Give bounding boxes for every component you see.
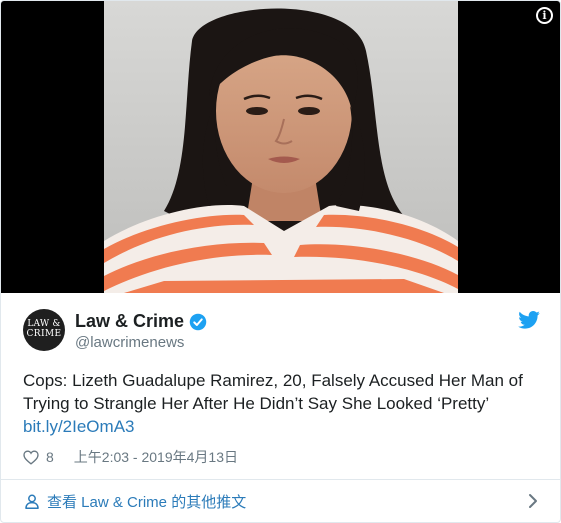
- heart-icon[interactable]: [23, 449, 39, 465]
- embedded-tweet-card: i LAW & CRIME Law & Crime @lawcrimenews …: [0, 0, 561, 523]
- avatar-logo-line-2: CRIME: [26, 329, 62, 339]
- tweet-header: LAW & CRIME Law & Crime @lawcrimenews: [23, 307, 540, 357]
- chevron-right-icon: [529, 494, 537, 508]
- author-name-row: Law & Crime: [75, 311, 207, 332]
- author-name[interactable]: Law & Crime: [75, 311, 184, 332]
- tweet-timestamp[interactable]: 上午2:03 - 2019年4月13日: [74, 447, 238, 467]
- verified-badge-icon: [189, 313, 207, 330]
- tweet-media[interactable]: i: [1, 1, 560, 293]
- like-count: 8: [46, 449, 54, 465]
- mugshot-photo: [104, 1, 458, 293]
- author-handle[interactable]: @lawcrimenews: [75, 334, 184, 351]
- info-icon[interactable]: i: [536, 7, 553, 24]
- person-icon: [25, 494, 39, 509]
- tweet-text: Cops: Lizeth Guadalupe Ramirez, 20, Fals…: [23, 369, 546, 438]
- avatar-logo-line-1: LAW &: [27, 319, 61, 329]
- avatar[interactable]: LAW & CRIME: [23, 309, 65, 351]
- view-more-label: 查看 Law & Crime 的其他推文: [47, 493, 247, 511]
- twitter-bird-icon[interactable]: [518, 311, 540, 329]
- tweet-link[interactable]: bit.ly/2IeOmA3: [23, 415, 135, 438]
- tweet-meta: 8 上午2:03 - 2019年4月13日: [23, 447, 238, 467]
- tweet-body: Cops: Lizeth Guadalupe Ramirez, 20, Fals…: [23, 371, 523, 413]
- view-more-tweets-link[interactable]: 查看 Law & Crime 的其他推文: [1, 479, 560, 522]
